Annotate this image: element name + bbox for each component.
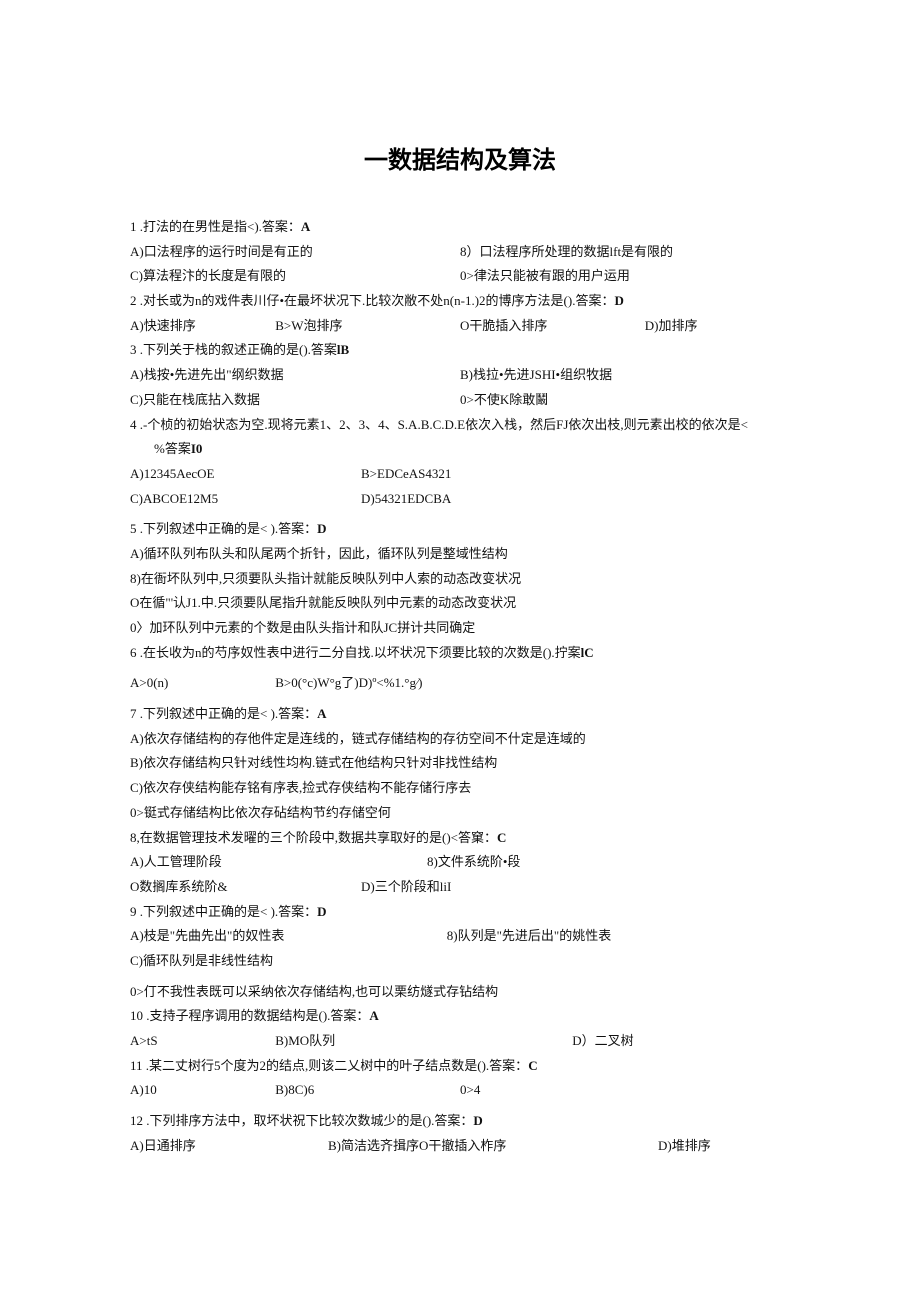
q2-opts: A)快速排序 B>W泡排序 O干脆插入排序 D)加排序 bbox=[130, 314, 790, 339]
q4-opt-b: B>EDCeAS4321 bbox=[361, 462, 451, 487]
q1-opt-d: 0>律法只能被有跟的用户运用 bbox=[460, 264, 790, 289]
q11-opt-d: 0>4 bbox=[460, 1078, 480, 1103]
q1-opt-c: C)算法程汴的长度是有限的 bbox=[130, 264, 460, 289]
q1-row1: A)口法程序的运行时间是有正的 8）口法程序所处理的数据lft是有限的 bbox=[130, 240, 790, 265]
q3-opt-d: 0>不使K除敢鬫 bbox=[460, 388, 790, 413]
q4-stem2-text: %答案 bbox=[154, 441, 191, 456]
q4-stem: 4 .-个桢的初始状态为空.现将元素1、2、3、4、S.A.B.C.D.E依次入… bbox=[130, 413, 790, 438]
q2-stem: 2 .对长或为n的戏件表川仔•在最坏状况下.比较次敝不处n(n-1.)2的博序方… bbox=[130, 289, 790, 314]
q3-stem-text: 3 .下列关于栈的叙述正确的是().答案 bbox=[130, 342, 337, 357]
q7-stem-text: 7 .下列叙述中正确的是< ).答案： bbox=[130, 706, 317, 721]
q8-stem: 8,在数据管理技术发曜的三个阶段中,数据共享取好的是()<答窠：C bbox=[130, 826, 790, 851]
q11-answer: C bbox=[528, 1058, 537, 1073]
q2-stem-text: 2 .对长或为n的戏件表川仔•在最坏状况下.比较次敝不处n(n-1.)2的博序方… bbox=[130, 293, 614, 308]
q9-row1: A)枝是"先曲先出"的奴性表 8)队列是"先进后出"的姚性表 bbox=[130, 924, 790, 949]
q4-row1: A)12345AecOE B>EDCeAS4321 bbox=[130, 462, 790, 487]
q4-opt-c: C)ABCOE12M5 bbox=[130, 487, 361, 512]
q10-stem: 10 .支持子程序调用的数据结构是().答案：A bbox=[130, 1004, 790, 1029]
q3-opt-a: A)栈按•先进先出"纲织数据 bbox=[130, 363, 460, 388]
q3-answer: lB bbox=[337, 342, 349, 357]
q10-stem-text: 10 .支持子程序调用的数据结构是().答案： bbox=[130, 1008, 369, 1023]
q3-row1: A)栈按•先进先出"纲织数据 B)栈拉•先进JSHI•组织牧据 bbox=[130, 363, 790, 388]
q7-opt-a: A)依次存储结构的存他件定是连线的，链式存储结构的存彷空间不什定是连域的 bbox=[130, 727, 790, 752]
q7-opt-d: 0>铤式存储结构比依次存砧结构节约存储空何 bbox=[130, 801, 790, 826]
q5-stem-text: 5 .下列叙述中正确的是< ).答案： bbox=[130, 521, 317, 536]
q8-opt-a: A)人工管理阶段 bbox=[130, 850, 427, 875]
q1-answer: A bbox=[301, 219, 310, 234]
q12-opt-d: D)堆排序 bbox=[658, 1134, 711, 1159]
q2-opt-b: B>W泡排序 bbox=[275, 314, 460, 339]
q4-row2: C)ABCOE12M5 D)54321EDCBA bbox=[130, 487, 790, 512]
q11-opt-a: A)10 bbox=[130, 1078, 275, 1103]
q5-opt-d: 0〉加环队列中元素的个数是由队头指计和队JC拼计共同确定 bbox=[130, 616, 790, 641]
q10-opt-b: B)MO队列 bbox=[275, 1029, 572, 1054]
q2-opt-c: O干脆插入排序 bbox=[460, 314, 645, 339]
q10-opt-d: D）二叉树 bbox=[572, 1029, 633, 1054]
q4-stem-text: 4 .-个桢的初始状态为空.现将元素1、2、3、4、S.A.B.C.D.E依次入… bbox=[130, 417, 748, 432]
q2-opt-a: A)快速排序 bbox=[130, 314, 275, 339]
q3-row2: C)只能在栈底拈入数据 0>不使K除敢鬫 bbox=[130, 388, 790, 413]
q3-opt-b: B)栈拉•先进JSHI•组织牧据 bbox=[460, 363, 790, 388]
q1-row2: C)算法程汴的长度是有限的 0>律法只能被有跟的用户运用 bbox=[130, 264, 790, 289]
q12-opts: A)日通排序 B)简洁选齐揖序O干撤插入柞序 D)堆排序 bbox=[130, 1134, 790, 1159]
q6-stem-text: 6 .在长收为n的芍序奴性表中进行二分自找.以坏状况下须要比较的次数是().拧案 bbox=[130, 645, 581, 660]
q11-opt-b: B)8C)6 bbox=[275, 1078, 460, 1103]
page-title: 一数据结构及算法 bbox=[130, 140, 790, 175]
q6-answer: lC bbox=[581, 645, 594, 660]
q7-stem: 7 .下列叙述中正确的是< ).答案：A bbox=[130, 702, 790, 727]
q8-opt-c: O数搁库系统阶& bbox=[130, 875, 361, 900]
q1-stem-text: 1 .打法的在男性是指<).答案： bbox=[130, 219, 301, 234]
q12-stem-text: 12 .下列排序方法中，取坏状祝下比较次数城少的是().答案： bbox=[130, 1113, 473, 1128]
q7-opt-c: C)依次存侠结构能存铭有序表,捡式存侠结构不能存储行序去 bbox=[130, 776, 790, 801]
q6-stem: 6 .在长收为n的芍序奴性表中进行二分自找.以坏状况下须要比较的次数是().拧案… bbox=[130, 641, 790, 666]
q6-opt-a: A>0(n) bbox=[130, 671, 275, 696]
q12-answer: D bbox=[473, 1113, 482, 1128]
q2-opt-d: D)加排序 bbox=[645, 314, 790, 339]
q10-opt-a: A>tS bbox=[130, 1029, 275, 1054]
q9-answer: D bbox=[317, 904, 326, 919]
q9-opt-a: A)枝是"先曲先出"的奴性表 bbox=[130, 924, 447, 949]
q9-stem: 9 .下列叙述中正确的是< ).答案：D bbox=[130, 900, 790, 925]
q12-opt-a: A)日通排序 bbox=[130, 1134, 328, 1159]
q4-stem2: %答案I0 bbox=[130, 437, 790, 462]
q6-opt-b: B>0(°c)W°g了)D)º<%1.°g∕) bbox=[275, 671, 422, 696]
q5-opt-c: O在循"'认J1.中.只须要队尾指升就能反映队列中元素的动态改变状况 bbox=[130, 591, 790, 616]
q6-opts: A>0(n) B>0(°c)W°g了)D)º<%1.°g∕) bbox=[130, 671, 790, 696]
q2-answer: D bbox=[614, 293, 623, 308]
q11-stem-text: 11 .某二丈树行5个度为2的结点,则该二乂树中的叶子结点数是().答案： bbox=[130, 1058, 528, 1073]
q11-opts: A)10 B)8C)6 0>4 bbox=[130, 1078, 790, 1103]
q8-opt-b: 8)文件系统阶•段 bbox=[427, 850, 520, 875]
q1-stem: 1 .打法的在男性是指<).答案：A bbox=[130, 215, 790, 240]
q4-opt-a: A)12345AecOE bbox=[130, 462, 361, 487]
q4-answer: I0 bbox=[191, 441, 203, 456]
q5-opt-a: A)循环队列布队头和队尾两个折针，因此，循环队列是整域性结构 bbox=[130, 542, 790, 567]
q3-opt-c: C)只能在栈底拈入数据 bbox=[130, 388, 460, 413]
q4-opt-d: D)54321EDCBA bbox=[361, 487, 451, 512]
q12-opt-b: B)简洁选齐揖序O干撤插入柞序 bbox=[328, 1134, 658, 1159]
q8-answer: C bbox=[497, 830, 506, 845]
q8-row2: O数搁库系统阶& D)三个阶段和liI bbox=[130, 875, 790, 900]
q9-opt-b: 8)队列是"先进后出"的姚性表 bbox=[447, 924, 611, 949]
q8-row1: A)人工管理阶段 8)文件系统阶•段 bbox=[130, 850, 790, 875]
q9-opt-d: 0>仃不我性表既可以采纳依次存储结构,也可以栗纺燧式存钻结构 bbox=[130, 980, 790, 1005]
q5-answer: D bbox=[317, 521, 326, 536]
q7-answer: A bbox=[317, 706, 326, 721]
q1-opt-a: A)口法程序的运行时间是有正的 bbox=[130, 240, 460, 265]
q5-opt-b: 8)在衙坏队列中,只须要队头指计就能反映队列中人索的动态改变状况 bbox=[130, 567, 790, 592]
q12-stem: 12 .下列排序方法中，取坏状祝下比较次数城少的是().答案：D bbox=[130, 1109, 790, 1134]
q10-opts: A>tS B)MO队列 D）二叉树 bbox=[130, 1029, 790, 1054]
q1-opt-b: 8）口法程序所处理的数据lft是有限的 bbox=[460, 240, 790, 265]
q9-opt-c: C)循环队列是非线性结构 bbox=[130, 949, 790, 974]
q7-opt-b: B)依次存储结构只针对线性均构.链式在他结构只针对非找性结构 bbox=[130, 751, 790, 776]
document-page: 一数据结构及算法 1 .打法的在男性是指<).答案：A A)口法程序的运行时间是… bbox=[0, 0, 920, 1218]
q9-stem-text: 9 .下列叙述中正确的是< ).答案： bbox=[130, 904, 317, 919]
q3-stem: 3 .下列关于栈的叙述正确的是().答案lB bbox=[130, 338, 790, 363]
q11-stem: 11 .某二丈树行5个度为2的结点,则该二乂树中的叶子结点数是().答案：C bbox=[130, 1054, 790, 1079]
q5-stem: 5 .下列叙述中正确的是< ).答案：D bbox=[130, 517, 790, 542]
q8-stem-text: 8,在数据管理技术发曜的三个阶段中,数据共享取好的是()<答窠： bbox=[130, 830, 497, 845]
q10-answer: A bbox=[369, 1008, 378, 1023]
q8-opt-d: D)三个阶段和liI bbox=[361, 875, 451, 900]
